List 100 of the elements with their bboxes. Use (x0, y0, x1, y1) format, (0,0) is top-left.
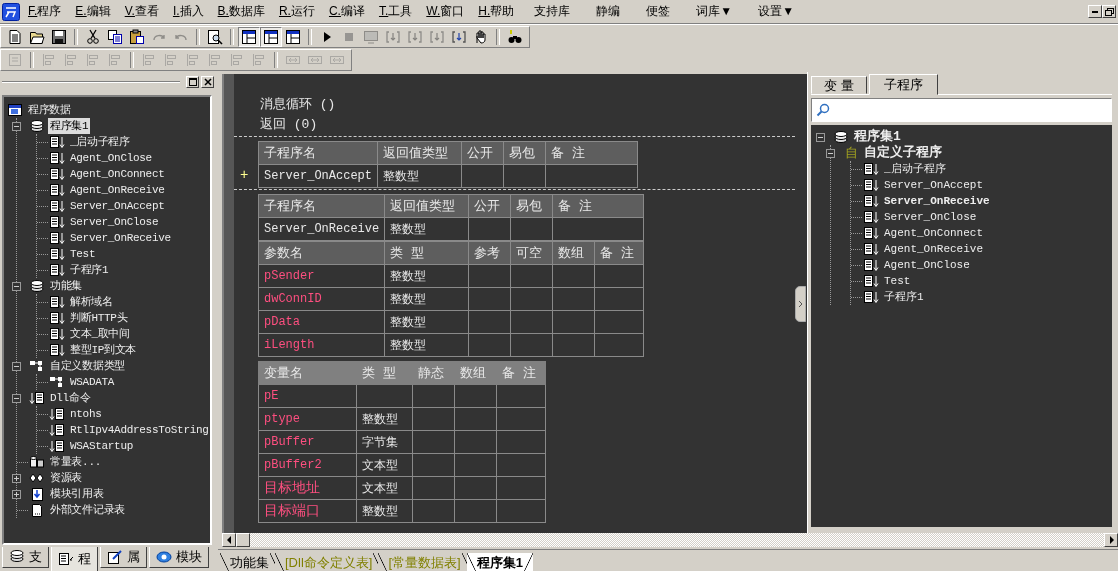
menu-item[interactable]: C.编译 (324, 1, 369, 22)
tree-item[interactable]: Test (68, 246, 98, 262)
tree-item[interactable]: 解析域名 (68, 294, 115, 310)
menu-item[interactable]: 支持库 (524, 1, 581, 22)
menu-item[interactable]: 静编 (586, 1, 631, 22)
tree-item[interactable]: Server_OnClose (882, 209, 979, 225)
tree-item[interactable]: Server_OnClose (68, 214, 161, 230)
globe-icon (156, 549, 172, 565)
tree-item[interactable]: 整型IP到文本 (68, 342, 139, 358)
type-cell: 整数型 (384, 287, 469, 311)
collapse-toggle-icon[interactable] (12, 121, 21, 131)
panel-tab[interactable]: 模块 (149, 547, 209, 568)
menu-item[interactable]: 设置▼ (748, 1, 805, 22)
tree-item[interactable]: 子程序1 (68, 262, 111, 278)
tree-item[interactable]: 自定义数据类型 (48, 358, 127, 374)
menu-item[interactable]: R.运行 (274, 1, 319, 22)
tree-item[interactable]: _启动子程序 (882, 161, 948, 177)
tree-item[interactable]: 常量表... (48, 454, 103, 470)
menu-item[interactable]: I.插入 (168, 1, 208, 22)
page-down-arrow-icon (49, 151, 65, 165)
panel-tab[interactable]: 支 (2, 547, 49, 568)
restore-button[interactable] (1102, 5, 1116, 18)
page-down-arrow-icon (49, 263, 65, 277)
tree-item[interactable]: Agent_OnClose (882, 257, 972, 273)
scroll-right-button[interactable] (1104, 533, 1118, 547)
column-header: 变量名 (258, 361, 357, 385)
menu-item[interactable]: H.帮助 (474, 1, 519, 22)
panel-tab[interactable]: 程 (51, 547, 98, 571)
close-button[interactable] (201, 76, 214, 88)
tree-item[interactable]: Test (882, 273, 913, 289)
stacked-disks-icon (29, 279, 45, 293)
menu-item[interactable]: V.查看 (120, 1, 163, 22)
collapse-toggle-icon[interactable] (12, 361, 21, 371)
bracket-arrow-icon (451, 29, 467, 45)
menu-item[interactable]: W.窗口 (422, 1, 469, 22)
tree-item[interactable]: 功能集 (48, 278, 85, 294)
tree-item[interactable]: Agent_OnReceive (882, 241, 986, 257)
tree-item[interactable]: 子程序1 (882, 289, 926, 305)
tree-item[interactable]: 程序集1 (48, 118, 91, 134)
name-cell: iLength (258, 333, 385, 357)
stacked-disks-icon (833, 130, 849, 144)
scroll-thumb[interactable] (236, 533, 250, 547)
tree-item[interactable]: Server_OnReceive (882, 193, 992, 209)
tree-item[interactable]: 文本_取中间 (68, 326, 132, 342)
tree-item[interactable]: ntohs (68, 406, 104, 422)
minimize-button[interactable] (1088, 5, 1102, 18)
menu-item[interactable]: F.程序 (24, 1, 66, 22)
align-icon (251, 52, 267, 68)
name-cell: pE (258, 384, 357, 408)
tree-item[interactable]: 外部文件记录表 (48, 502, 127, 518)
add-marker[interactable]: + (240, 167, 249, 183)
bracket-arrow-icon (385, 29, 401, 45)
tree-item[interactable]: Server_OnReceive (68, 230, 173, 246)
collapse-toggle-icon[interactable] (12, 281, 21, 291)
tree-item[interactable]: Server_OnAccept (68, 198, 167, 214)
panel-tab[interactable]: 变 量 (811, 76, 867, 94)
scroll-left-button[interactable] (222, 533, 236, 547)
tree-item[interactable]: 模块引用表 (48, 486, 106, 502)
maximize-button[interactable] (186, 76, 199, 88)
menu-item[interactable]: T.工具 (374, 1, 417, 22)
tree-item[interactable]: RtlIpv4AddressToString (68, 422, 210, 438)
menu-item[interactable]: 便签 (636, 1, 681, 22)
collapse-toggle-icon[interactable] (816, 132, 825, 142)
layout-button[interactable] (260, 27, 282, 47)
tree-item[interactable]: Server_OnAccept (882, 177, 986, 193)
tree-item[interactable]: Agent_OnConnect (68, 166, 167, 182)
column-header: 备 注 (545, 141, 638, 165)
tree-item[interactable]: 程序数据 (26, 102, 73, 118)
search-field[interactable] (811, 98, 1112, 122)
tree-item[interactable]: Dll命令 (48, 390, 93, 406)
tree-item[interactable]: 资源表 (48, 470, 85, 486)
column-header: 类 型 (356, 361, 413, 385)
panel-collapse-handle[interactable] (795, 285, 806, 322)
menu-item[interactable]: E.编辑 (71, 1, 115, 22)
tree-item[interactable]: WSADATA (68, 374, 117, 390)
column-header: 易包 (510, 194, 553, 218)
tree-item[interactable]: Agent_OnConnect (882, 225, 986, 241)
close-icon (203, 78, 212, 86)
page-down-arrow-icon (49, 167, 65, 181)
name-cell: 目标地址 (258, 476, 357, 500)
collapse-toggle-icon[interactable] (12, 393, 21, 403)
tree-item[interactable]: _启动子程序 (68, 134, 132, 150)
monitor-icon (363, 29, 379, 45)
tree-item[interactable]: Agent_OnClose (68, 150, 154, 166)
panel-tab[interactable]: 子程序 (868, 74, 938, 95)
tree-item[interactable]: Agent_OnReceive (68, 182, 167, 198)
tree-item[interactable]: 判断HTTP头 (68, 310, 130, 326)
tree-item[interactable]: 自定义子程序 (862, 145, 944, 161)
menu-item[interactable]: 词库▼ (686, 1, 743, 22)
expand-toggle-icon[interactable] (12, 473, 21, 483)
panel-tab[interactable]: 属 (100, 547, 147, 568)
page-down-arrow-icon (49, 199, 65, 213)
expand-toggle-icon[interactable] (12, 489, 21, 499)
menu-item[interactable]: B.数据库 (213, 1, 269, 22)
collapse-toggle-icon[interactable] (826, 148, 835, 158)
type-cell: 文本型 (356, 476, 413, 500)
tree-item[interactable]: WSAStartup (68, 438, 135, 454)
layout-button[interactable] (238, 27, 260, 47)
tree-item[interactable]: 程序集1 (852, 129, 903, 145)
document-tab[interactable]: 程序集1 (466, 553, 533, 571)
